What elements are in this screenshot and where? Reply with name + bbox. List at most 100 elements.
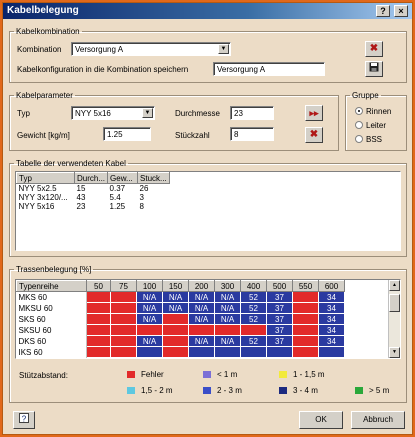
belegung-cell[interactable]	[162, 335, 189, 347]
radio-bss[interactable]: BSS	[355, 135, 382, 144]
belegung-cell[interactable]	[292, 302, 319, 314]
table-row[interactable]: NYY 5x2.5 15 0.37 26	[17, 184, 170, 193]
belegung-cell[interactable]: N/A	[188, 291, 215, 303]
belegung-cell[interactable]: N/A	[188, 335, 215, 347]
belegung-cell[interactable]: N/A	[214, 335, 241, 347]
belegung-cell[interactable]: N/A	[136, 313, 163, 325]
belegung-cell[interactable]	[292, 324, 319, 336]
table-row[interactable]: NYY 3x120/... 43 5.4 3	[17, 193, 170, 202]
belegung-cell[interactable]	[86, 291, 111, 303]
trassen-table[interactable]: Typenreihe 50 75 100 150 200 300 400 500 550 600 MK…	[15, 279, 401, 359]
belegung-cell[interactable]	[162, 346, 189, 358]
belegung-cell[interactable]	[110, 313, 137, 325]
delete-kombination-button[interactable]: ✖	[365, 41, 383, 57]
column-header-durchmesser[interactable]: Durch...	[73, 172, 109, 184]
chevron-down-icon[interactable]: ▼	[218, 44, 229, 54]
belegung-cell[interactable]: N/A	[188, 302, 215, 314]
belegung-cell[interactable]: N/A	[214, 302, 241, 314]
help-button[interactable]: ?	[13, 411, 35, 429]
column-header-width[interactable]: 300	[214, 280, 241, 292]
belegung-cell[interactable]	[86, 335, 111, 347]
belegung-cell[interactable]	[110, 324, 137, 336]
belegung-cell[interactable]: 34	[318, 335, 345, 347]
belegung-cell[interactable]: N/A	[136, 335, 163, 347]
radio-rinnen[interactable]: Rinnen	[355, 107, 391, 116]
column-header-width[interactable]: 600	[318, 280, 345, 292]
column-header-width[interactable]: 150	[162, 280, 189, 292]
belegung-cell[interactable]	[318, 346, 345, 358]
table-row[interactable]: DKS 60 N/A N/A N/A 52 37 34	[16, 335, 345, 347]
belegung-cell[interactable]	[86, 346, 111, 358]
belegung-cell[interactable]	[86, 324, 111, 336]
table-row[interactable]: MKSU 60 N/A N/A N/A N/A 52 37 34	[16, 302, 345, 314]
belegung-cell[interactable]	[188, 346, 215, 358]
column-header-width[interactable]: 500	[266, 280, 293, 292]
belegung-cell[interactable]	[136, 346, 163, 358]
gewicht-input[interactable]: 1.25	[103, 127, 151, 141]
table-row[interactable]: SKS 60 N/A N/A N/A 52 37 34	[16, 313, 345, 325]
belegung-cell[interactable]: 52	[240, 302, 267, 314]
table-row[interactable]: MKS 60 N/A N/A N/A N/A 52 37 34	[16, 291, 345, 303]
kabel-table[interactable]: Typ Durch... Gew... Stuck... NYY 5x2.5 1…	[15, 171, 401, 251]
ok-button[interactable]: OK	[299, 411, 343, 429]
belegung-cell[interactable]: 37	[266, 335, 293, 347]
vertical-scrollbar[interactable]: ▲ ▼	[388, 280, 400, 358]
belegung-cell[interactable]	[292, 346, 319, 358]
column-header-gewicht[interactable]: Gew...	[107, 172, 139, 184]
column-header-width[interactable]: 400	[240, 280, 267, 292]
save-config-input[interactable]: Versorgung A	[213, 62, 325, 76]
belegung-cell[interactable]: N/A	[214, 313, 241, 325]
belegung-cell[interactable]: N/A	[136, 291, 163, 303]
belegung-cell[interactable]: 34	[318, 291, 345, 303]
belegung-cell[interactable]	[162, 313, 189, 325]
table-row[interactable]: IKS 60	[16, 346, 345, 358]
scroll-up-icon[interactable]: ▲	[389, 280, 400, 291]
add-cable-button[interactable]: ▸▸	[305, 105, 323, 121]
column-header-width[interactable]: 50	[86, 280, 111, 292]
belegung-cell[interactable]: 37	[266, 313, 293, 325]
belegung-cell[interactable]: 34	[318, 324, 345, 336]
belegung-cell[interactable]	[86, 302, 111, 314]
column-header-typenreihe[interactable]: Typenreihe	[16, 280, 87, 292]
cancel-button[interactable]: Abbruch	[351, 411, 405, 429]
column-header-width[interactable]: 550	[292, 280, 319, 292]
durchmesser-input[interactable]: 23	[230, 106, 274, 120]
belegung-cell[interactable]: 37	[266, 324, 293, 336]
remove-cable-button[interactable]: ✖	[305, 127, 323, 143]
stueckzahl-input[interactable]: 8	[230, 127, 274, 141]
belegung-cell[interactable]	[240, 324, 267, 336]
scroll-thumb[interactable]	[389, 294, 400, 312]
close-icon[interactable]: ×	[394, 5, 408, 17]
table-row[interactable]: SKSU 60 37 34	[16, 324, 345, 336]
belegung-cell[interactable]: 37	[266, 291, 293, 303]
belegung-cell[interactable]	[188, 324, 215, 336]
context-help-icon[interactable]: ?	[376, 5, 390, 17]
belegung-cell[interactable]: N/A	[162, 291, 189, 303]
belegung-cell[interactable]: 37	[266, 302, 293, 314]
belegung-cell[interactable]	[214, 346, 241, 358]
belegung-cell[interactable]	[266, 346, 293, 358]
column-header-typ[interactable]: Typ	[16, 172, 75, 184]
save-kombination-button[interactable]	[365, 61, 383, 77]
belegung-cell[interactable]: N/A	[136, 302, 163, 314]
radio-leiter[interactable]: Leiter	[355, 121, 386, 130]
scroll-down-icon[interactable]: ▼	[389, 347, 400, 358]
belegung-cell[interactable]	[292, 335, 319, 347]
belegung-cell[interactable]	[240, 346, 267, 358]
belegung-cell[interactable]: 52	[240, 291, 267, 303]
belegung-cell[interactable]	[86, 313, 111, 325]
belegung-cell[interactable]: N/A	[214, 291, 241, 303]
belegung-cell[interactable]	[110, 302, 137, 314]
column-header-width[interactable]: 75	[110, 280, 137, 292]
column-header-width[interactable]: 100	[136, 280, 163, 292]
belegung-cell[interactable]	[110, 335, 137, 347]
belegung-cell[interactable]	[214, 324, 241, 336]
chevron-down-icon[interactable]: ▼	[142, 108, 153, 118]
typ-select[interactable]: NYY 5x16 ▼	[71, 106, 155, 120]
belegung-cell[interactable]	[110, 291, 137, 303]
column-header-width[interactable]: 200	[188, 280, 215, 292]
belegung-cell[interactable]	[136, 324, 163, 336]
belegung-cell[interactable]: 52	[240, 313, 267, 325]
belegung-cell[interactable]	[292, 313, 319, 325]
belegung-cell[interactable]: 34	[318, 302, 345, 314]
